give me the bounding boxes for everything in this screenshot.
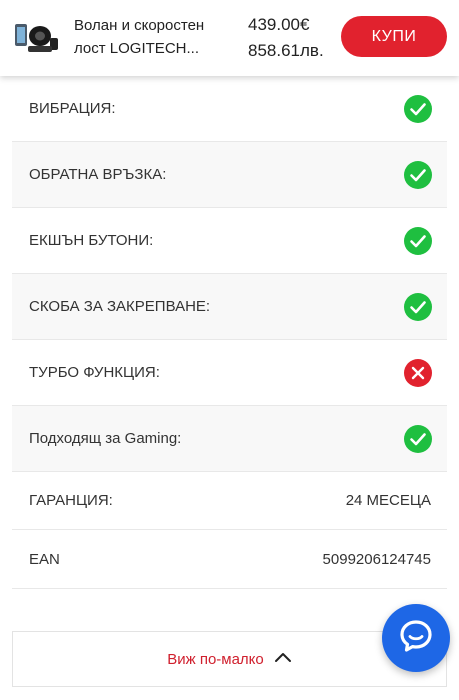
spec-row-gaming: Подходящ за Gaming: [12,406,447,472]
check-circle-icon [404,160,432,189]
spec-label: Подходящ за Gaming: [29,430,182,447]
chat-bubble-icon [399,619,433,658]
check-circle-icon [404,424,432,453]
price-eur: 439.00€ [248,15,310,34]
spec-label: EAN [29,550,60,568]
spec-row-ean: EAN 5099206124745 [12,530,447,589]
spec-row-warranty: ГАРАНЦИЯ: 24 МЕСЕЦА [12,472,447,530]
product-thumbnail[interactable] [14,18,60,56]
spec-row-action-buttons: ЕКШЪН БУТОНИ: [12,208,447,274]
spec-label: ОБРАТНА ВРЪЗКА: [29,166,167,183]
show-less-label: Виж по-малко [167,650,264,668]
price-bgn: 858.61лв. [248,41,324,60]
spec-label: ГАРАНЦИЯ: [29,492,113,509]
sticky-product-bar: Волан и скоростен лост LOGITECH... 439.0… [0,0,459,76]
buy-button[interactable]: КУПИ [341,16,447,57]
check-circle-icon [404,226,432,255]
chevron-up-icon [274,650,292,668]
chat-button[interactable] [382,604,450,672]
spec-value: 24 МЕСЕЦА [345,492,431,509]
spec-label: ЕКШЪН БУТОНИ: [29,232,154,249]
spec-row-force-feedback: ОБРАТНА ВРЪЗКА: [12,142,447,208]
check-circle-icon [404,292,432,321]
x-circle-icon [404,358,432,387]
product-title-line1: Волан и скоростен [74,17,205,34]
product-title-line2: лост LOGITECH... [74,40,199,57]
spec-value: 5099206124745 [322,550,431,568]
spec-label: ВИБРАЦИЯ: [29,100,116,117]
spec-label: ТУРБО ФУНКЦИЯ: [29,364,160,381]
price-block: 439.00€ 858.61лв. [248,12,324,64]
check-circle-icon [404,94,432,123]
spec-list: ВИБРАЦИЯ: ОБРАТНА ВРЪЗКА: ЕКШЪН БУТОНИ: … [12,76,447,589]
spec-row-vibration: ВИБРАЦИЯ: [12,76,447,142]
spec-label: СКОБА ЗА ЗАКРЕПВАНЕ: [29,298,211,315]
spec-row-mounting-clamp: СКОБА ЗА ЗАКРЕПВАНЕ: [12,274,447,340]
spec-row-turbo: ТУРБО ФУНКЦИЯ: [12,340,447,406]
product-title[interactable]: Волан и скоростен лост LOGITECH... [74,14,224,60]
